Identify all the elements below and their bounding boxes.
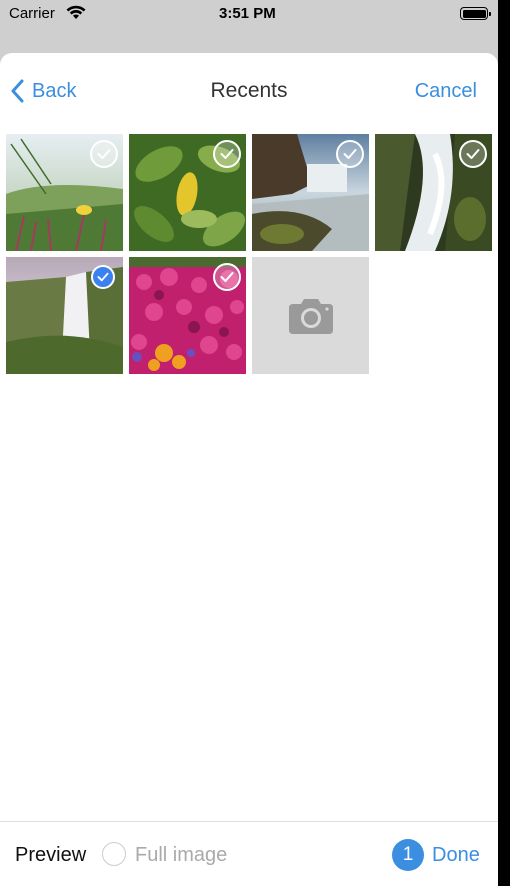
clock: 3:51 PM <box>219 5 276 22</box>
photo-tile[interactable] <box>6 257 123 374</box>
navigation-bar: Back Recents Cancel <box>0 53 498 129</box>
carrier-label: Carrier <box>9 5 55 22</box>
select-checkmark[interactable] <box>213 263 241 291</box>
status-bar: Carrier 3:51 PM <box>0 0 498 30</box>
screen-edge <box>498 0 510 886</box>
photo-tile[interactable] <box>129 134 246 251</box>
wifi-icon <box>66 5 86 25</box>
preview-button[interactable]: Preview <box>15 844 86 867</box>
photo-picker-sheet: Back Recents Cancel Preview Full image 1… <box>0 53 498 886</box>
checkmark-icon <box>97 272 109 282</box>
photo-tile[interactable] <box>129 257 246 374</box>
checkmark-icon <box>220 272 234 282</box>
full-image-label[interactable]: Full image <box>135 844 227 867</box>
select-checkmark[interactable] <box>90 140 118 168</box>
bottom-toolbar: Preview Full image 1 Done <box>0 821 498 886</box>
battery-icon <box>460 7 491 20</box>
select-checkmark[interactable] <box>336 140 364 168</box>
checkmark-icon <box>220 149 234 159</box>
photo-tile[interactable] <box>252 134 369 251</box>
camera-icon <box>288 298 333 334</box>
select-checkmark[interactable] <box>213 140 241 168</box>
select-checkmark[interactable] <box>459 140 487 168</box>
selected-count-badge: 1 <box>392 839 424 871</box>
selected-checkmark[interactable] <box>91 265 115 289</box>
cancel-button[interactable]: Cancel <box>415 80 477 103</box>
full-image-radio[interactable] <box>102 842 126 866</box>
checkmark-icon <box>343 149 357 159</box>
photo-tile[interactable] <box>375 134 492 251</box>
done-button[interactable]: Done <box>432 844 480 867</box>
checkmark-icon <box>97 149 111 159</box>
checkmark-icon <box>466 149 480 159</box>
camera-tile[interactable] <box>252 257 369 374</box>
photo-tile[interactable] <box>6 134 123 251</box>
